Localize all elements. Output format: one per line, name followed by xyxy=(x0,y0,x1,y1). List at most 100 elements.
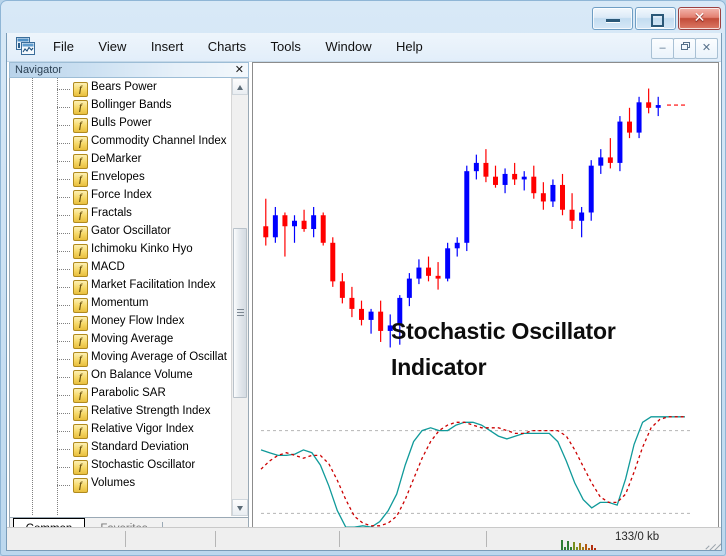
list-item[interactable]: f Fractals xyxy=(10,206,232,224)
status-separator xyxy=(339,531,340,547)
list-item[interactable]: f Standard Deviation xyxy=(10,440,232,458)
scroll-down-arrow-icon[interactable] xyxy=(232,499,248,516)
function-icon: f xyxy=(73,388,88,403)
chart-window[interactable]: Stochastic Oscillator Indicator xyxy=(252,62,719,543)
function-icon: f xyxy=(73,172,88,187)
function-icon: f xyxy=(73,82,88,97)
signal-bar xyxy=(576,547,578,550)
tree-connector xyxy=(57,107,71,108)
navigator-panel: Navigator ✕ f Bears Power f Bollinger Bands… xyxy=(9,62,249,543)
list-item[interactable]: f Relative Vigor Index xyxy=(10,422,232,440)
list-item-label: Relative Vigor Index xyxy=(91,423,194,435)
menu-item-file[interactable]: File xyxy=(43,33,84,61)
list-item-label: Volumes xyxy=(91,477,136,489)
list-item-label: Gator Oscillator xyxy=(91,225,171,237)
menu-item-window[interactable]: Window xyxy=(315,33,381,61)
title-bar: ✕ xyxy=(1,1,726,33)
list-item[interactable]: f Moving Average of Oscillat xyxy=(10,350,232,368)
tree-connector xyxy=(57,233,71,234)
maximize-icon xyxy=(650,13,664,27)
tree-connector xyxy=(57,449,71,450)
list-item[interactable]: f Envelopes xyxy=(10,170,232,188)
function-icon: f xyxy=(73,100,88,115)
charts-icon xyxy=(16,37,35,55)
tree-connector xyxy=(57,323,71,324)
list-item[interactable]: f Stochastic Oscillator xyxy=(10,458,232,476)
function-icon: f xyxy=(73,244,88,259)
tree-connector xyxy=(57,125,71,126)
tree-connector xyxy=(57,215,71,216)
list-item[interactable]: f Commodity Channel Index xyxy=(10,134,232,152)
mdi-minimize-button[interactable]: – xyxy=(651,38,674,59)
list-item[interactable]: f MACD xyxy=(10,260,232,278)
list-item-label: Money Flow Index xyxy=(91,315,185,327)
window-minimize-button[interactable] xyxy=(592,7,633,30)
tree-connector xyxy=(57,269,71,270)
list-item[interactable]: f Volumes xyxy=(10,476,232,494)
list-item[interactable]: f Parabolic SAR xyxy=(10,386,232,404)
tree-connector xyxy=(57,143,71,144)
list-item-label: Moving Average xyxy=(91,333,174,345)
tree-connector xyxy=(57,305,71,306)
menu-item-help[interactable]: Help xyxy=(386,33,433,61)
function-icon: f xyxy=(73,154,88,169)
signal-bar xyxy=(564,547,566,550)
menu-item-insert[interactable]: Insert xyxy=(141,33,194,61)
function-icon: f xyxy=(73,406,88,421)
menu-item-charts[interactable]: Charts xyxy=(198,33,256,61)
list-item[interactable]: f Momentum xyxy=(10,296,232,314)
close-icon: ✕ xyxy=(693,9,706,25)
list-item[interactable]: f Bollinger Bands xyxy=(10,98,232,116)
list-item[interactable]: f Moving Average xyxy=(10,332,232,350)
window-maximize-button[interactable] xyxy=(635,7,676,30)
function-icon: f xyxy=(73,460,88,475)
list-item[interactable]: f Ichimoku Kinko Hyo xyxy=(10,242,232,260)
list-item-label: Envelopes xyxy=(91,171,145,183)
tree-connector xyxy=(57,287,71,288)
signal-bar xyxy=(582,547,584,550)
function-icon: f xyxy=(73,442,88,457)
navigator-title: Navigator xyxy=(15,64,63,76)
function-icon: f xyxy=(73,316,88,331)
resize-grip-icon[interactable] xyxy=(705,535,721,550)
navigator-tree-container: f Bears Power f Bollinger Bands f Bulls Power… xyxy=(9,78,249,518)
thumb-grip-icon xyxy=(237,309,244,316)
function-icon: f xyxy=(73,424,88,439)
list-item-label: Standard Deviation xyxy=(91,441,189,453)
list-item[interactable]: f DeMarker xyxy=(10,152,232,170)
list-item[interactable]: f Bulls Power xyxy=(10,116,232,134)
client-area: File View Insert Charts Tools Window Hel… xyxy=(6,33,722,551)
menu-item-tools[interactable]: Tools xyxy=(261,33,311,61)
application-window: ✕ File View Insert Charts Tools Window H… xyxy=(0,0,726,556)
status-separator xyxy=(215,531,216,547)
list-item-label: MACD xyxy=(91,261,125,273)
tree-connector xyxy=(57,89,71,90)
list-item[interactable]: f Force Index xyxy=(10,188,232,206)
menu-item-view[interactable]: View xyxy=(88,33,136,61)
menu-bar: File View Insert Charts Tools Window Hel… xyxy=(7,33,721,62)
list-item[interactable]: f Market Facilitation Index xyxy=(10,278,232,296)
tree-connector xyxy=(57,197,71,198)
mdi-close-button[interactable]: ✕ xyxy=(695,38,718,59)
mdi-restore-button[interactable] xyxy=(673,38,696,59)
scrollbar-thumb[interactable] xyxy=(233,228,247,398)
chart-caption: Stochastic Oscillator Indicator xyxy=(391,313,718,385)
window-close-button[interactable]: ✕ xyxy=(678,7,721,30)
navigator-close-icon[interactable]: ✕ xyxy=(235,63,244,78)
list-item[interactable]: f Relative Strength Index xyxy=(10,404,232,422)
list-item-label: Bulls Power xyxy=(91,117,152,129)
list-item[interactable]: f Bears Power xyxy=(10,80,232,98)
function-icon: f xyxy=(73,478,88,493)
tree-connector xyxy=(57,431,71,432)
list-item[interactable]: f Gator Oscillator xyxy=(10,224,232,242)
minimize-icon xyxy=(605,18,620,22)
list-item[interactable]: f Money Flow Index xyxy=(10,314,232,332)
navigator-scrollbar[interactable] xyxy=(231,78,248,516)
indicator-tree: f Bears Power f Bollinger Bands f Bulls Power… xyxy=(10,78,232,516)
tree-connector xyxy=(57,251,71,252)
function-icon: f xyxy=(73,370,88,385)
list-item-label: DeMarker xyxy=(91,153,142,165)
list-item[interactable]: f On Balance Volume xyxy=(10,368,232,386)
price-and-stochastic-chart xyxy=(260,88,693,528)
scroll-up-arrow-icon[interactable] xyxy=(232,78,248,95)
